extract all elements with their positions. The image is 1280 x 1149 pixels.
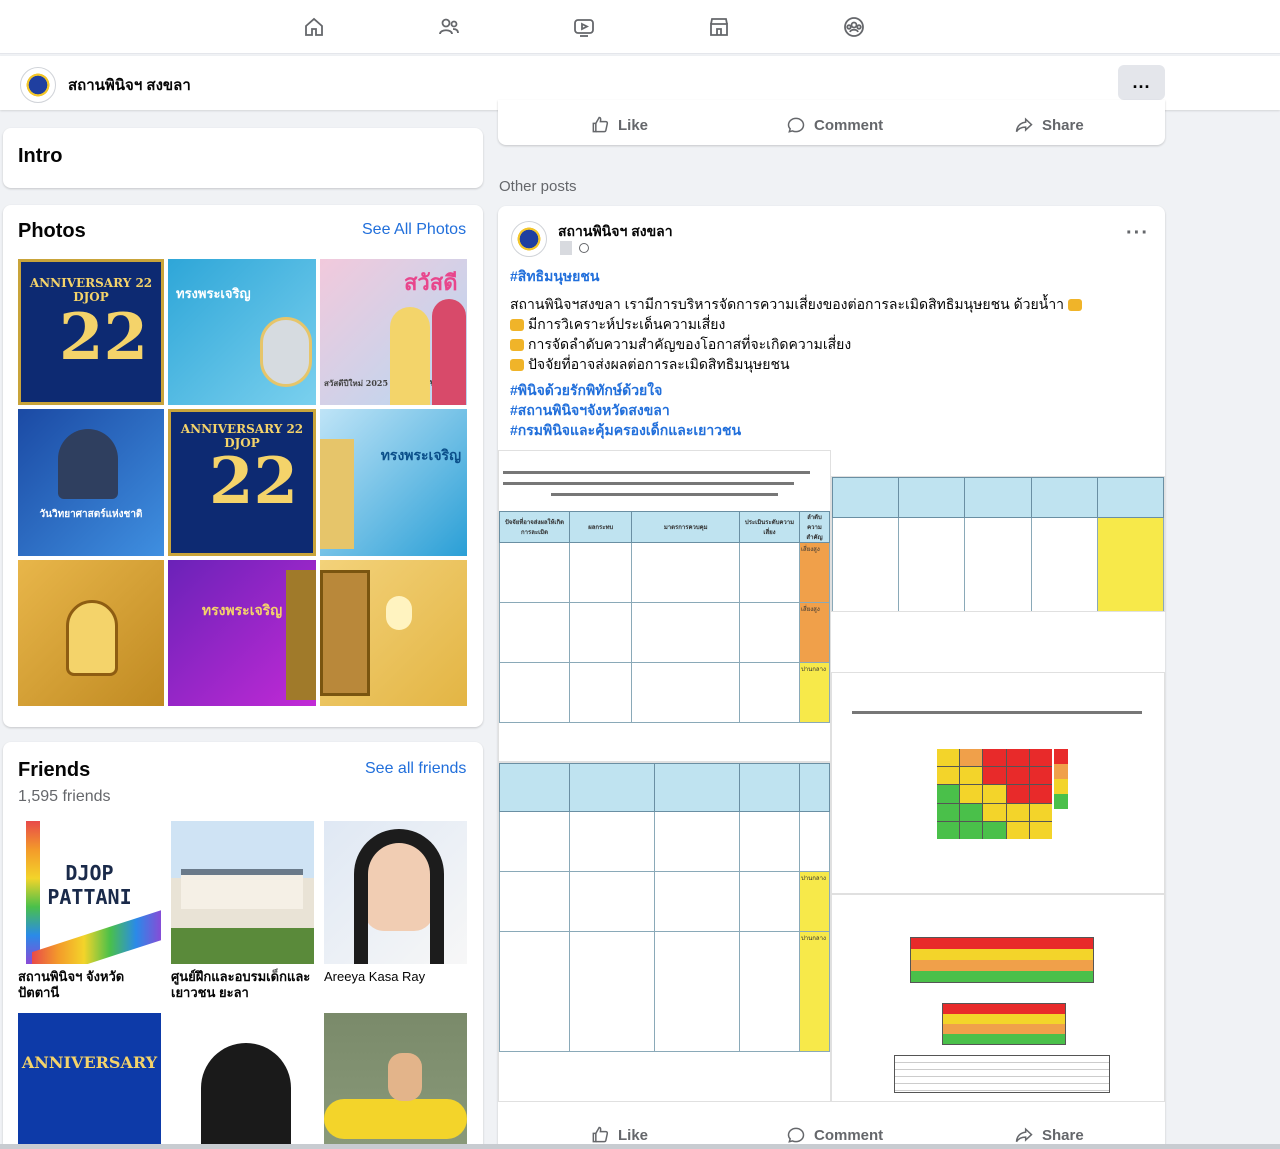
friends-count: 1,595 friends <box>18 788 111 805</box>
photo-tile[interactable]: ANNIVERSARY 22 DJOP 22 <box>168 409 316 556</box>
video-icon[interactable] <box>568 12 600 42</box>
risk-table <box>832 477 1164 611</box>
home-icon[interactable] <box>298 12 330 42</box>
friend-photo[interactable]: DJOP PATTANI <box>18 821 161 964</box>
hashtag[interactable]: #สิทธิมนุษยชน <box>510 266 599 288</box>
horizontal-scrollbar[interactable] <box>0 1144 1280 1149</box>
victory-hand-icon <box>1068 299 1083 312</box>
photo-tile[interactable]: ทรงพระเจริญ <box>320 409 467 556</box>
hashtag[interactable]: #สถานพินิจฯจังหวัดสงขลา <box>510 400 670 422</box>
photo-tile[interactable]: วันวิทยาศาสตร์แห่งชาติ <box>18 409 164 556</box>
comment-button[interactable]: Comment <box>786 115 883 135</box>
risk-matrix-image[interactable] <box>831 672 1165 894</box>
like-button[interactable]: Like <box>590 1125 648 1145</box>
photo-tile[interactable]: สวัสดี สวัสดีปีใหม่ 2025 NEW YEAR <box>320 259 467 405</box>
page-name[interactable]: สถานพินิจฯ สงขลา <box>68 73 191 97</box>
friend-photo[interactable] <box>171 821 314 964</box>
risk-table: ปัจจัยที่อาจส่งผลให้เกิดการละเมิด ผลกระท… <box>499 511 830 723</box>
risk-legend <box>1054 749 1068 809</box>
comment-icon <box>787 117 805 133</box>
share-icon <box>1015 1127 1033 1143</box>
groups-icon[interactable] <box>838 12 870 42</box>
more-options-button[interactable]: ... <box>1118 65 1165 100</box>
friend-photo[interactable] <box>324 821 467 964</box>
post-author-avatar[interactable] <box>511 221 547 257</box>
post-options-button[interactable]: ··· <box>1126 222 1149 245</box>
attached-document-image[interactable] <box>831 894 1165 1102</box>
risk-heatmap <box>937 749 1052 839</box>
attached-document-image[interactable] <box>831 476 1165 612</box>
emblem-icon <box>66 600 118 676</box>
like-button[interactable]: Like <box>590 115 648 135</box>
photo-tile[interactable]: ทรงพระเจริญ <box>168 560 316 706</box>
marketplace-icon[interactable] <box>703 12 735 42</box>
other-posts-label: Other posts <box>499 178 577 195</box>
attached-document-image[interactable]: ปานกลาง ปานกลาง <box>498 762 831 1102</box>
portrait-frame <box>260 317 312 387</box>
friends-icon[interactable] <box>433 12 465 42</box>
hashtag[interactable]: #พินิจด้วยรักพิทักษ์ด้วยใจ <box>510 380 662 402</box>
photos-title: Photos <box>18 220 86 242</box>
intro-card: Intro <box>3 128 483 188</box>
hashtag[interactable]: #กรมพินิจและคุ้มครองเด็กและเยาวชน <box>510 420 741 442</box>
photos-card: Photos See All Photos ANNIVERSARY 22 DJO… <box>3 205 483 727</box>
share-button[interactable]: Share <box>1014 115 1084 135</box>
friend-photo[interactable]: ANNIVERSARY <box>18 1013 161 1149</box>
post-meta <box>560 240 590 255</box>
post-text-line: ปัจจัยที่อาจส่งผลต่อการละเมิดสิทธิมนุษยช… <box>510 354 790 376</box>
risk-table: ปานกลาง ปานกลาง <box>499 763 830 1052</box>
see-all-photos-link[interactable]: See All Photos <box>362 221 466 239</box>
see-all-friends-link[interactable]: See all friends <box>365 760 466 778</box>
post-text-line: มีการวิเคราะห์ประเด็นความเสี่ยง <box>510 314 725 336</box>
share-icon <box>1015 117 1033 133</box>
top-navigation <box>0 0 1280 54</box>
photo-tile[interactable]: ANNIVERSARY 22 DJOP 22 <box>18 259 164 405</box>
intro-title: Intro <box>18 145 63 167</box>
point-right-icon <box>510 359 524 372</box>
friends-card: Friends 1,595 friends See all friends DJ… <box>3 742 483 1149</box>
previous-post-footer: Like Comment Share <box>498 100 1165 145</box>
photo-tile[interactable]: ทรงพระเจริญ <box>168 259 316 405</box>
point-right-icon <box>510 339 524 352</box>
post-text-line: สถานพินิจฯสงขลา เรามีการบริหารจัดการความ… <box>510 294 1086 316</box>
timestamp-placeholder[interactable] <box>560 240 572 255</box>
tile-number: 22 <box>59 300 149 375</box>
friend-name[interactable]: Areeya Kasa Ray <box>324 969 467 985</box>
friend-photo[interactable] <box>324 1013 467 1149</box>
post-card: สถานพินิจฯ สงขลา ··· #สิทธิมนุษยชน สถานพ… <box>498 206 1165 1149</box>
post-text-line: การจัดลำดับความสำคัญของโอกาสที่จะเกิดควา… <box>510 334 851 356</box>
like-icon <box>592 1126 609 1143</box>
friend-photo[interactable] <box>171 1013 314 1149</box>
friend-name[interactable]: ศูนย์ฝึกและอบรมเด็กและ เยาวชน ยะลา <box>171 969 321 1001</box>
point-right-icon <box>510 319 524 332</box>
photo-tile[interactable] <box>320 560 467 706</box>
like-icon <box>592 116 609 133</box>
attached-document-image[interactable]: ปัจจัยที่อาจส่งผลให้เกิดการละเมิด ผลกระท… <box>498 450 831 762</box>
building-shape <box>181 869 303 909</box>
friends-title: Friends <box>18 759 91 781</box>
comment-icon <box>787 1127 805 1143</box>
friend-name[interactable]: สถานพินิจฯ จังหวัด ปัตตานี <box>18 969 161 1001</box>
comment-button[interactable]: Comment <box>786 1125 883 1145</box>
photo-tile[interactable] <box>18 560 164 706</box>
globe-icon <box>579 242 590 253</box>
page-avatar[interactable] <box>20 67 56 103</box>
share-button[interactable]: Share <box>1014 1125 1084 1145</box>
